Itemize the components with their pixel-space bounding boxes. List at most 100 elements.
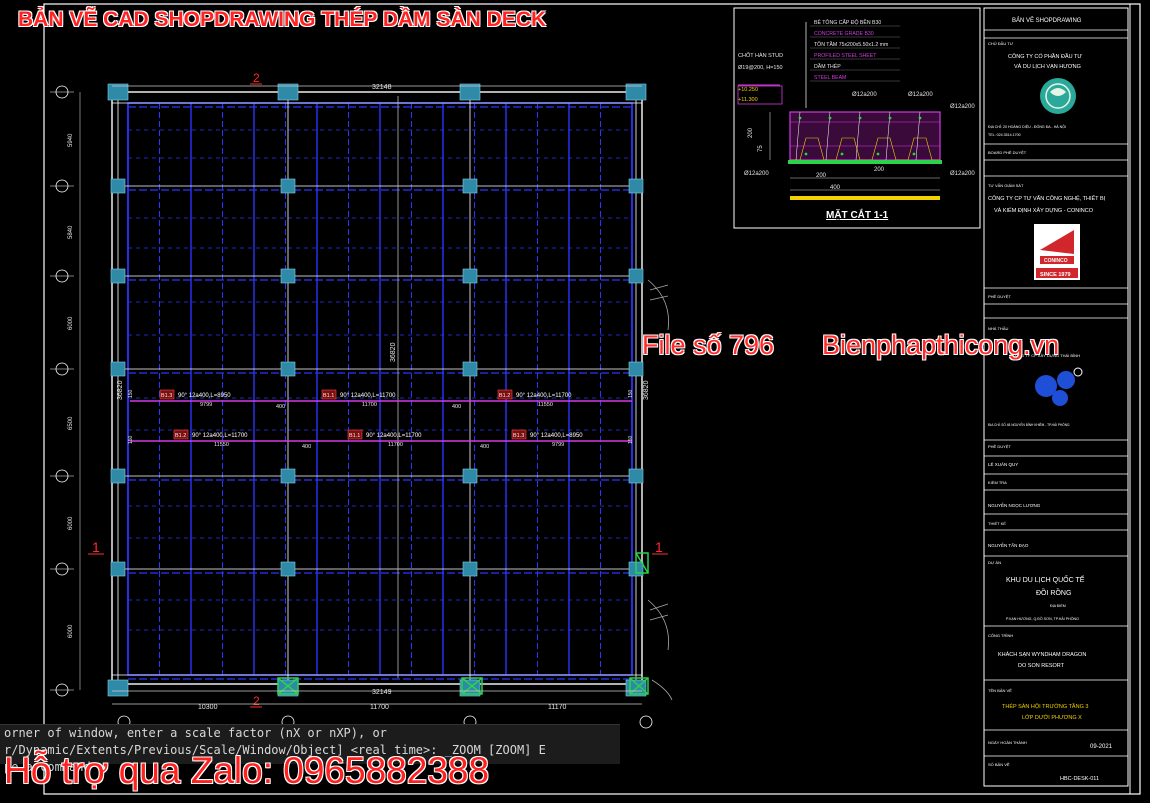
section-note: BÊ TÔNG CẤP ĐỘ BỀN B30 — [814, 18, 881, 26]
column — [110, 361, 126, 377]
section-note: TÔN TẦM 75x200x5.50x1.2 mm — [814, 41, 888, 48]
dim-75-vert: 75 — [758, 145, 764, 152]
edge-dim: 150 — [628, 435, 634, 444]
tb-owner-addr-2: TEL: 024.3514.1700 — [988, 133, 1021, 137]
tb-checker: NGUYỄN NGỌC LƯƠNG — [988, 502, 1041, 508]
rebar-length: 11550 — [538, 402, 553, 408]
tb-number: HBC-DESK-011 — [1060, 776, 1099, 782]
section-title: MẶT CẮT 1-1 — [826, 208, 889, 221]
rebar-tag: B1.2 — [499, 393, 510, 399]
section-marker-left: 1 — [92, 539, 100, 555]
column — [625, 83, 647, 101]
tb-project-label: DỰ ÁN — [988, 560, 1001, 565]
edge-dim: 150 — [128, 435, 134, 444]
dim-bottom-400: 400 — [830, 185, 841, 191]
zalo-support-banner: Hỗ trợ qua Zalo: 0965882388 — [4, 750, 490, 791]
column — [280, 361, 296, 377]
column — [628, 178, 644, 194]
tb-work-1: KHÁCH SẠN WYNDHAM DRAGON — [998, 651, 1086, 658]
level-2: +11.300 — [738, 97, 758, 103]
dim-center-vertical: 36820 — [390, 342, 397, 362]
tb-approve-1: BOARD PHÊ DUYỆT — [988, 150, 1027, 155]
column — [110, 468, 126, 484]
tb-approve-2: PHÊ DUYỆT — [988, 294, 1011, 299]
column — [110, 178, 126, 194]
tb-date: 09-2021 — [1090, 744, 1113, 750]
slab-section — [789, 111, 941, 161]
rebar-tag: B1.1 — [323, 393, 334, 399]
tb-approver: LÊ XUÂN QUY — [988, 460, 1018, 467]
tb-owner-name-1: CÔNG TY CỔ PHẦN ĐẦU TƯ — [1008, 53, 1082, 60]
left-dimension: 5940 — [68, 133, 74, 147]
small-dim: 400 — [480, 444, 489, 450]
section-note: PROFILED STEEL SHEET — [814, 53, 877, 59]
dim-bottom-total: 32149 — [372, 689, 392, 696]
column — [628, 361, 644, 377]
column — [280, 178, 296, 194]
column — [628, 468, 644, 484]
rebar-tag: B1.1 — [349, 433, 360, 439]
left-dimension: 6000 — [68, 516, 74, 530]
rebar-top-2: Ø12a200 — [908, 92, 933, 98]
column — [110, 268, 126, 284]
rebar-bottom-left: Ø12a200 — [744, 171, 769, 177]
left-dimension: 6500 — [68, 416, 74, 430]
section-note: DẦM THÉP — [814, 63, 841, 70]
column — [110, 561, 126, 577]
rebar-spec: 90° 12a400,L=11700 — [516, 393, 572, 399]
rebar-right-2: Ø12a200 — [950, 171, 975, 177]
column — [628, 268, 644, 284]
rebar-tag: B1.3 — [161, 393, 172, 399]
rebar-spec: 90° 12a400,L=11700 — [192, 433, 248, 439]
tb-consult-name-1: CÔNG TY CP TƯ VẤN CÔNG NGHỆ, THIẾT BỊ — [988, 194, 1106, 202]
stud-label: CHỐT HÀN STUD — [738, 52, 783, 59]
rebar-tag: B1.3 — [513, 433, 524, 439]
tb-owner-addr-1: ĐỊA CHỈ: 20 HOÀNG DIỆU - ĐỐNG ĐA - HÀ NỘ… — [988, 124, 1066, 129]
tb-sheet-label: TÊN BẢN VẼ — [988, 688, 1012, 693]
tb-header: BẢN VẼ SHOPDRAWING — [1012, 17, 1082, 24]
section-note: STEEL BEAM — [814, 75, 846, 81]
column — [462, 361, 478, 377]
stud-label-2: Ø19@200, H=150 — [738, 65, 783, 71]
tb-sheet-2: LỚP DƯỚI PHƯƠNG X — [1022, 714, 1082, 721]
column — [280, 268, 296, 284]
dim-bottom-200b: 200 — [874, 167, 885, 173]
rebar-tag: B1.2 — [175, 433, 186, 439]
rebar-spec: 90° 12a400,L=11700 — [366, 433, 422, 439]
tb-contractor-addr: ĐỊA CHỈ: SỐ 48 NGUYỄN BỈNH KHIÊM - TP.HẢ… — [988, 422, 1070, 427]
left-dimension: 6000 — [68, 316, 74, 330]
dim-bottom-200a: 200 — [816, 173, 827, 179]
svg-text:SINCE 1979: SINCE 1979 — [1040, 272, 1071, 278]
tb-approve-3: PHÊ DUYỆT — [988, 444, 1011, 449]
rebar-right: Ø12a200 — [950, 104, 975, 110]
column — [107, 83, 129, 101]
rebar-length: 9799 — [552, 442, 564, 448]
tb-owner-label: CHỦ ĐẦU TƯ — [988, 41, 1014, 46]
tb-consult-name-2: VÀ KIỂM ĐỊNH XÂY DỰNG - CONINCO — [994, 207, 1094, 214]
command-history-1: orner of window, enter a scale factor (n… — [4, 726, 387, 740]
column — [277, 83, 299, 101]
tb-drawer: NGUYỄN TẤN ĐẠO — [988, 542, 1029, 548]
tb-date-label: NGÀY HOÀN THÀNH — [988, 740, 1027, 745]
column — [462, 268, 478, 284]
website-banner: Bienphapthicong.vn — [822, 330, 1060, 360]
tb-work-label: CÔNG TRÌNH — [988, 633, 1013, 638]
dim-top-total: 32148 — [372, 84, 392, 91]
file-number-banner: File số 796 — [642, 330, 775, 360]
cad-drawing-canvas[interactable]: 2 2 1 1 32148 32149 10300 11700 11170 36… — [0, 0, 1150, 803]
rebar-spec: 90° 12a400,L=8950 — [178, 393, 231, 399]
tb-owner-name-2: VÀ DU LỊCH VẠN HƯƠNG — [1014, 63, 1081, 70]
left-dimension: 5840 — [68, 225, 74, 239]
title-banner: BẢN VẼ CAD SHOPDRAWING THÉP DẦM SÀN DECK — [18, 8, 547, 31]
dim-bottom-seg-1: 10300 — [198, 704, 218, 711]
edge-dim: 150 — [628, 389, 634, 398]
dim-bottom-seg-3: 11170 — [548, 704, 567, 711]
small-dim: 400 — [276, 404, 285, 410]
rebar-top-1: Ø12a200 — [852, 92, 877, 98]
tb-work-2: DO SON RESORT — [1018, 663, 1065, 669]
dim-left-vertical: 36820 — [117, 380, 124, 400]
column — [462, 561, 478, 577]
column — [280, 561, 296, 577]
svg-text:CONINCO: CONINCO — [1044, 258, 1068, 264]
column — [280, 468, 296, 484]
